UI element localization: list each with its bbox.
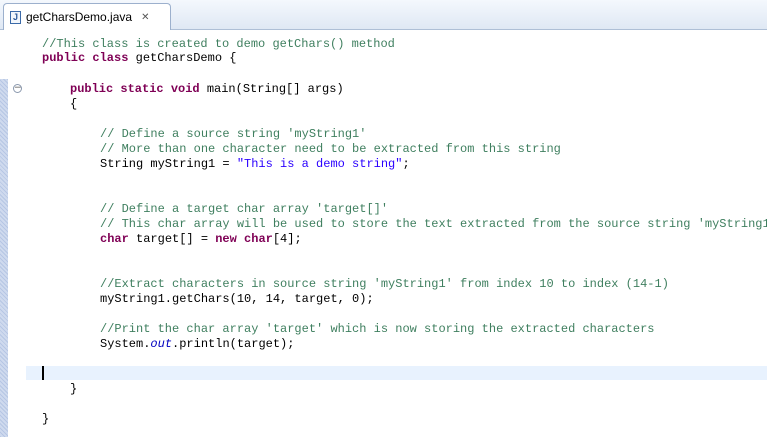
code-line-10: char target[] = new char[4]; xyxy=(100,232,302,246)
keyword-token: new char xyxy=(215,232,273,246)
code-token: String myString1 = xyxy=(100,157,237,171)
code-line-3: public static void main(String[] args) xyxy=(70,82,344,96)
code-token: ; xyxy=(402,157,410,171)
code-token: getCharsDemo { xyxy=(135,51,237,65)
code-token: System. xyxy=(100,337,151,351)
code-line-13: //Print the char array 'target' which is… xyxy=(100,322,655,336)
code-line-8: // Define a target char array 'target[]' xyxy=(100,202,389,216)
range-indicator xyxy=(0,79,8,437)
static-field-token: out xyxy=(150,337,173,351)
code-line-9: // This char array will be used to store… xyxy=(100,217,767,231)
keyword-token: public class xyxy=(42,51,136,65)
java-file-icon: J xyxy=(10,10,21,24)
string-literal: "This is a demo string" xyxy=(236,157,403,171)
collapse-fold-icon[interactable]: − xyxy=(13,84,22,93)
close-icon[interactable]: ✕ xyxy=(141,12,149,23)
code-line-15: } xyxy=(70,382,78,396)
code-line-5: // Define a source string 'myString1' xyxy=(100,127,367,141)
code-line-16: } xyxy=(42,412,50,426)
tab-title: getCharsDemo.java xyxy=(26,10,133,24)
editor-tab-bar: J getCharsDemo.java ✕ xyxy=(0,0,767,30)
code-line-12: myString1.getChars(10, 14, target, 0); xyxy=(100,292,374,306)
keyword-token: public static void xyxy=(70,82,207,96)
text-caret xyxy=(42,366,44,380)
keyword-token: char xyxy=(100,232,129,246)
code-line-14: System.out.println(target); xyxy=(100,337,294,351)
code-line-11: //Extract characters in source string 'm… xyxy=(100,277,669,291)
code-token: [4]; xyxy=(272,232,302,246)
code-line-4: { xyxy=(70,97,78,111)
code-token: target[] = xyxy=(128,232,216,246)
code-line-7: String myString1 = "This is a demo strin… xyxy=(100,157,410,171)
code-line-2: public class getCharsDemo { xyxy=(42,51,236,65)
current-line-highlight xyxy=(26,366,767,380)
code-line-6: // More than one character need to be ex… xyxy=(100,142,561,156)
editor-tab-getcharsdemo[interactable]: J getCharsDemo.java ✕ xyxy=(3,3,171,30)
code-line-1: //This class is created to demo getChars… xyxy=(42,37,395,51)
code-token: .println(target); xyxy=(172,337,295,351)
code-token: main(String[] args) xyxy=(206,82,344,96)
